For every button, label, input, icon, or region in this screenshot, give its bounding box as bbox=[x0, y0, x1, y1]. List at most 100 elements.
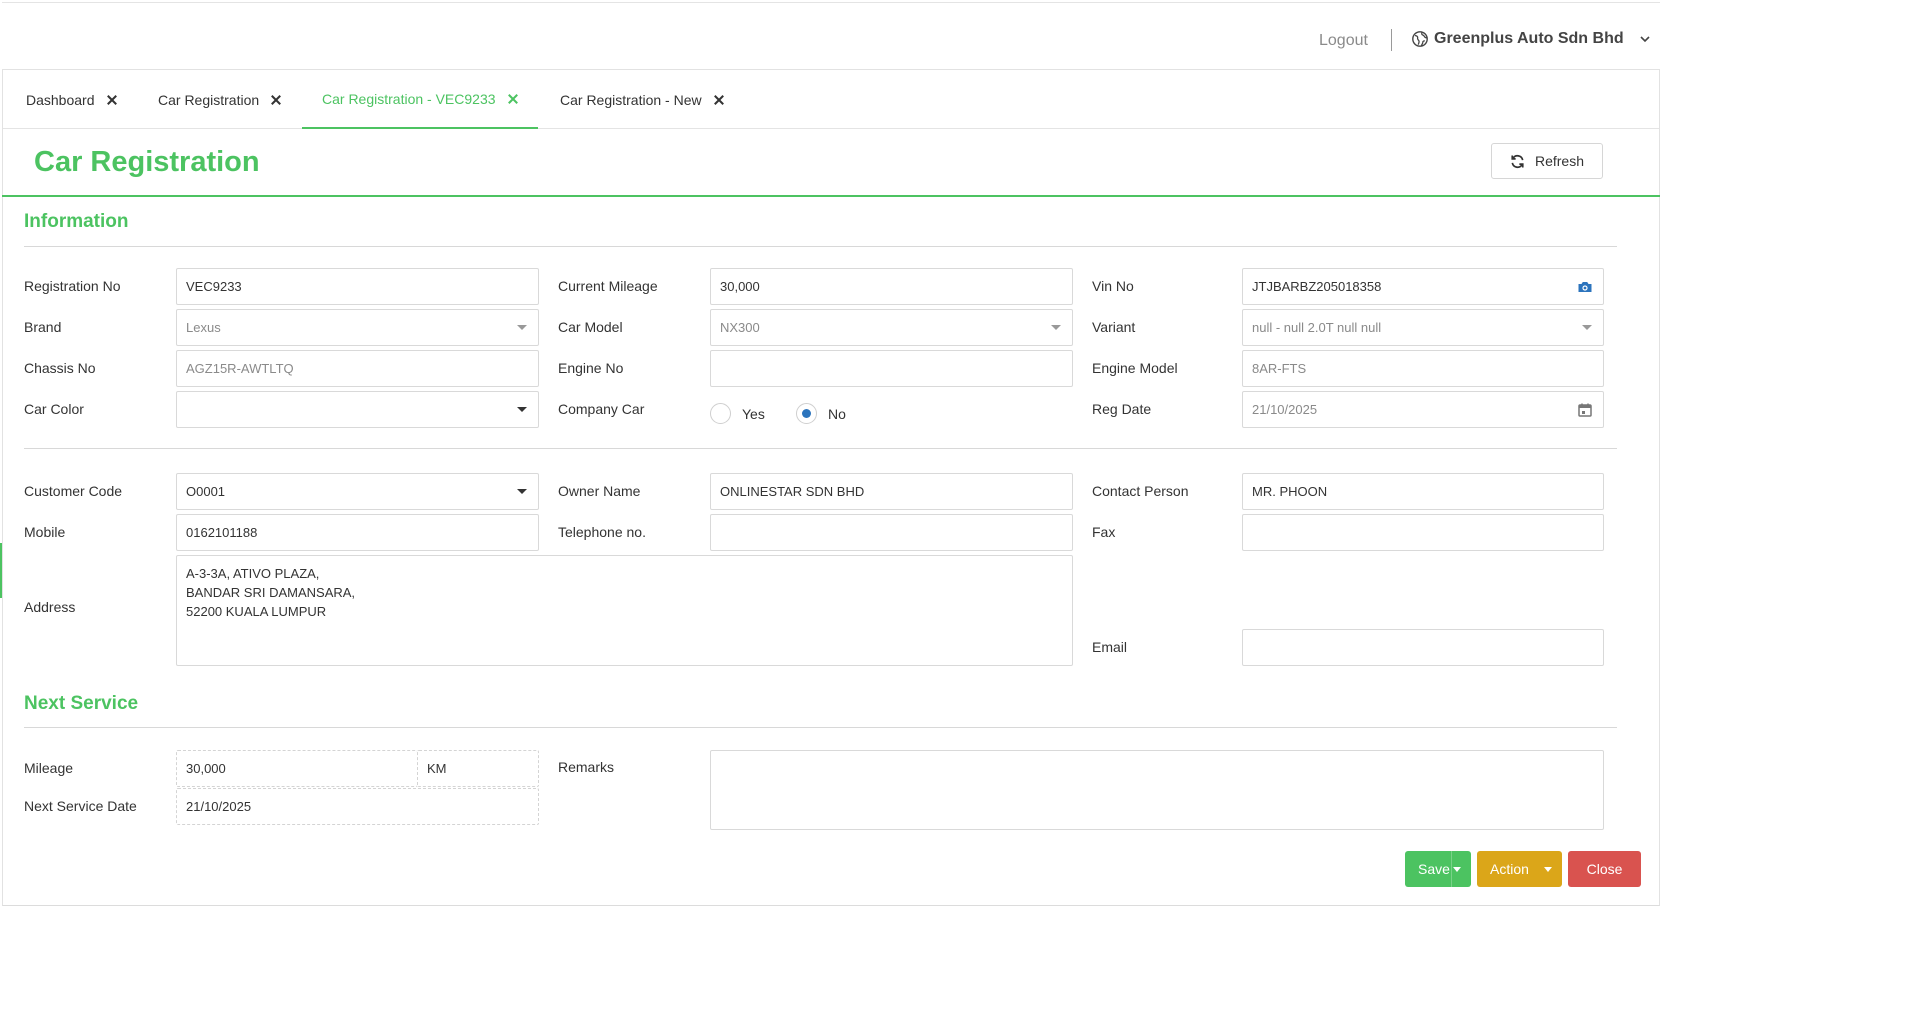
reg-date-input[interactable]: 21/10/2025 bbox=[1242, 391, 1604, 428]
remarks-textarea[interactable] bbox=[710, 750, 1604, 830]
save-button[interactable]: Save bbox=[1405, 851, 1471, 887]
chassis-no-value: AGZ15R-AWTLTQ bbox=[186, 361, 294, 376]
divider bbox=[24, 727, 1617, 728]
refresh-button[interactable]: Refresh bbox=[1491, 143, 1603, 179]
tab-car-registration-new[interactable]: Car Registration - New bbox=[540, 70, 744, 129]
next-service-date-value: 21/10/2025 bbox=[186, 799, 252, 814]
vin-no-input[interactable]: JTJBARBZ205018358 bbox=[1242, 268, 1604, 305]
tab-label: Car Registration - VEC9233 bbox=[322, 90, 496, 107]
logout-link[interactable]: Logout bbox=[1319, 32, 1368, 50]
refresh-label: Refresh bbox=[1534, 153, 1585, 169]
close-button[interactable]: Close bbox=[1568, 851, 1641, 887]
current-mileage-input[interactable]: 30,000 bbox=[710, 268, 1073, 305]
app-root: Logout Greenplus Auto Sdn Bhd Dashboard … bbox=[0, 0, 1920, 1023]
next-service-date-input[interactable]: 21/10/2025 bbox=[176, 788, 539, 825]
label-next-service-date: Next Service Date bbox=[24, 798, 137, 814]
close-icon[interactable] bbox=[107, 95, 117, 105]
close-label: Close bbox=[1586, 861, 1623, 877]
address-textarea[interactable]: A-3-3A, ATIVO PLAZA, BANDAR SRI DAMANSAR… bbox=[176, 555, 1073, 666]
label-registration-no: Registration No bbox=[24, 278, 121, 294]
close-icon[interactable] bbox=[508, 94, 518, 104]
scroll-indicator bbox=[0, 543, 2, 598]
tab-label: Dashboard bbox=[26, 91, 95, 108]
mobile-input[interactable]: 0162101188 bbox=[176, 514, 539, 551]
page-title: Car Registration bbox=[34, 146, 260, 178]
owner-name-value: ONLINESTAR SDN BHD bbox=[720, 484, 865, 499]
caret-down-icon bbox=[1544, 866, 1552, 872]
section-title-next-service: Next Service bbox=[24, 693, 139, 714]
tab-label: Car Registration bbox=[158, 91, 260, 108]
address-value: A-3-3A, ATIVO PLAZA, BANDAR SRI DAMANSAR… bbox=[186, 566, 356, 619]
brand-value: Lexus bbox=[186, 320, 221, 335]
car-model-value: NX300 bbox=[720, 320, 760, 335]
company-name: Greenplus Auto Sdn Bhd bbox=[1434, 30, 1624, 47]
chevron-down-icon bbox=[1638, 32, 1652, 46]
camera-icon[interactable] bbox=[1577, 279, 1593, 295]
car-color-select[interactable] bbox=[176, 391, 539, 428]
engine-model-input[interactable]: 8AR-FTS bbox=[1242, 350, 1604, 387]
radio-circle-selected bbox=[796, 403, 817, 424]
label-telephone: Telephone no. bbox=[558, 524, 646, 540]
fax-input[interactable] bbox=[1242, 514, 1604, 551]
caret-down-icon bbox=[517, 325, 527, 330]
car-model-select[interactable]: NX300 bbox=[710, 309, 1073, 346]
mileage-unit: KM bbox=[417, 750, 539, 787]
caret-down-icon bbox=[1582, 325, 1592, 330]
tab-car-registration-vec9233[interactable]: Car Registration - VEC9233 bbox=[302, 70, 538, 129]
next-service-mileage-input[interactable]: 30,000 bbox=[176, 750, 418, 787]
customer-code-select[interactable]: O0001 bbox=[176, 473, 539, 510]
reg-date-value: 21/10/2025 bbox=[1252, 402, 1318, 417]
tab-dashboard[interactable]: Dashboard bbox=[6, 70, 137, 129]
label-reg-date: Reg Date bbox=[1092, 401, 1152, 417]
main-panel: Dashboard Car Registration Car Registrat… bbox=[2, 69, 1660, 906]
email-input[interactable] bbox=[1242, 629, 1604, 666]
label-address: Address bbox=[24, 599, 76, 615]
label-engine-model: Engine Model bbox=[1092, 360, 1178, 376]
company-switcher[interactable]: Greenplus Auto Sdn Bhd bbox=[1412, 30, 1652, 48]
contact-person-input[interactable]: MR. PHOON bbox=[1242, 473, 1604, 510]
chassis-no-input[interactable]: AGZ15R-AWTLTQ bbox=[176, 350, 539, 387]
divider bbox=[1391, 29, 1392, 51]
tab-label: Car Registration - New bbox=[560, 91, 702, 108]
label-chassis-no: Chassis No bbox=[24, 360, 96, 376]
label-car-model: Car Model bbox=[558, 319, 623, 335]
label-customer-code: Customer Code bbox=[24, 483, 123, 499]
caret-down-icon[interactable] bbox=[1453, 866, 1461, 872]
company-car-no-radio[interactable]: No bbox=[796, 403, 846, 424]
variant-select[interactable]: null - null 2.0T null null bbox=[1242, 309, 1604, 346]
calendar-icon[interactable] bbox=[1577, 402, 1593, 418]
action-button[interactable]: Action bbox=[1477, 851, 1562, 887]
close-icon[interactable] bbox=[714, 95, 724, 105]
radio-circle bbox=[710, 403, 731, 424]
radio-label: No bbox=[828, 405, 846, 422]
engine-no-input[interactable] bbox=[710, 350, 1073, 387]
close-icon[interactable] bbox=[271, 95, 281, 105]
label-car-color: Car Color bbox=[24, 401, 84, 417]
label-engine-no: Engine No bbox=[558, 360, 624, 376]
mileage-unit-label: KM bbox=[427, 761, 447, 776]
variant-value: null - null 2.0T null null bbox=[1252, 320, 1382, 335]
registration-no-value: VEC9233 bbox=[186, 279, 242, 294]
vin-no-value: JTJBARBZ205018358 bbox=[1252, 279, 1382, 294]
label-email: Email bbox=[1092, 639, 1128, 655]
label-owner-name: Owner Name bbox=[558, 483, 641, 499]
brand-select[interactable]: Lexus bbox=[176, 309, 539, 346]
radio-label: Yes bbox=[742, 405, 765, 422]
mileage-value: 30,000 bbox=[186, 761, 226, 776]
split-divider bbox=[1451, 851, 1452, 887]
label-remarks: Remarks bbox=[558, 759, 615, 775]
caret-down-icon bbox=[517, 407, 527, 412]
caret-down-icon bbox=[517, 489, 527, 494]
label-variant: Variant bbox=[1092, 319, 1136, 335]
divider bbox=[24, 246, 1617, 247]
divider bbox=[24, 448, 1617, 449]
header-underline bbox=[2, 195, 1660, 197]
telephone-input[interactable] bbox=[710, 514, 1073, 551]
label-contact-person: Contact Person bbox=[1092, 483, 1189, 499]
owner-name-input[interactable]: ONLINESTAR SDN BHD bbox=[710, 473, 1073, 510]
label-vin-no: Vin No bbox=[1092, 278, 1134, 294]
registration-no-input[interactable]: VEC9233 bbox=[176, 268, 539, 305]
tab-car-registration[interactable]: Car Registration bbox=[138, 70, 301, 129]
company-car-yes-radio[interactable]: Yes bbox=[710, 403, 765, 424]
action-label: Action bbox=[1490, 861, 1529, 877]
